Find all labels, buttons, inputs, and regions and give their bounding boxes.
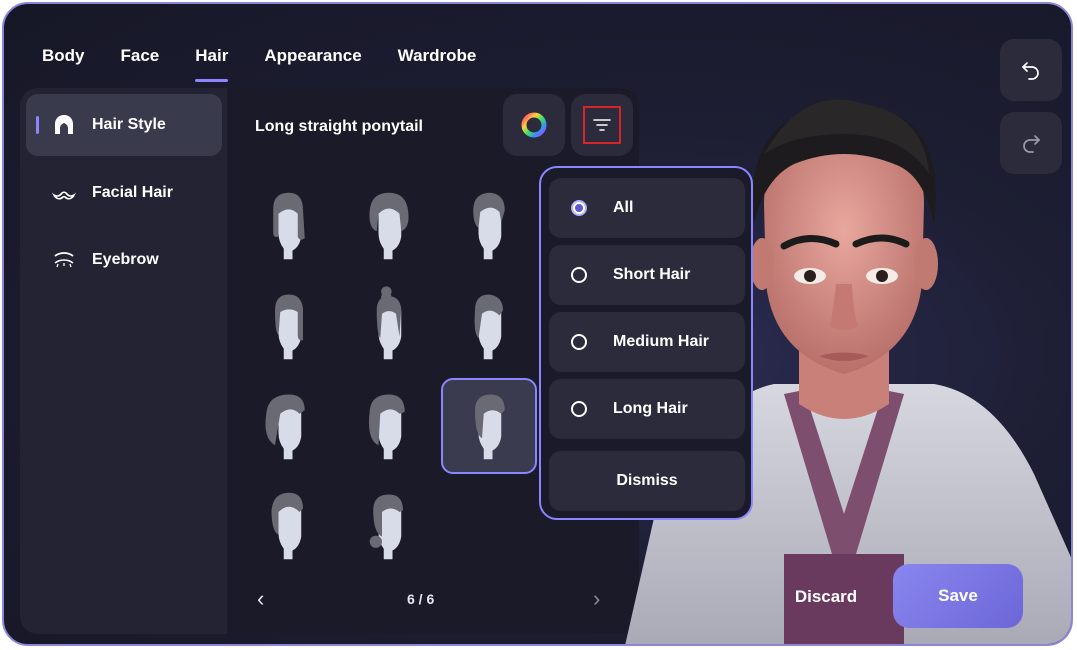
hair-style-icon (50, 111, 78, 139)
tab-wardrobe[interactable]: Wardrobe (380, 34, 495, 84)
filter-option-all[interactable]: All (549, 178, 745, 238)
chevron-right-icon[interactable]: › (593, 586, 600, 612)
hair-color-button[interactable] (503, 94, 565, 156)
tab-body[interactable]: Body (24, 34, 103, 84)
tab-hair[interactable]: Hair (177, 34, 246, 84)
option-label: Long Hair (613, 400, 688, 417)
color-wheel-icon (521, 112, 547, 138)
option-label: Medium Hair (613, 333, 710, 350)
dismiss-label: Dismiss (616, 472, 678, 489)
hair-style-thumbnail (369, 192, 409, 260)
hair-style-thumbnail (376, 286, 402, 360)
redo-button[interactable] (1000, 112, 1062, 174)
hair-style-thumbnail (275, 294, 303, 360)
radio-unselected (571, 334, 587, 350)
hair-style-option[interactable] (441, 278, 537, 374)
chevron-left-icon[interactable]: ‹ (257, 586, 264, 612)
hair-style-option[interactable] (241, 278, 337, 374)
active-indicator (36, 116, 39, 134)
hair-style-option[interactable] (241, 478, 337, 574)
hair-style-thumbnail (474, 294, 503, 360)
filter-option-long-hair[interactable]: Long Hair (549, 379, 745, 439)
pagination: ‹ 6 / 6 › (227, 578, 639, 618)
hair-style-option[interactable] (341, 278, 437, 374)
page-indicator: 6 / 6 (407, 591, 435, 607)
sidebar-item-eyebrow[interactable]: Eyebrow (26, 229, 222, 291)
hair-style-thumbnail (368, 394, 405, 460)
filter-option-short-hair[interactable]: Short Hair (549, 245, 745, 305)
hair-style-option[interactable] (241, 378, 337, 474)
option-label: All (613, 199, 634, 216)
sidebar-item-facial-hair[interactable]: Facial Hair (26, 162, 222, 224)
hair-style-thumbnail (273, 192, 305, 260)
hair-sidebar: Hair Style Facial Hair Eyebrow (20, 88, 227, 634)
hair-style-thumbnail (265, 394, 305, 460)
hair-style-option[interactable] (341, 378, 437, 474)
filter-option-medium-hair[interactable]: Medium Hair (549, 312, 745, 372)
category-tabs: Body Face Hair Appearance Wardrobe (24, 34, 494, 84)
hair-style-option[interactable] (441, 378, 537, 474)
hair-style-thumbnail (473, 192, 505, 260)
hair-style-option[interactable] (341, 178, 437, 274)
undo-icon (1022, 62, 1039, 80)
selected-style-name: Long straight ponytail (255, 118, 423, 135)
sidebar-item-hair-style[interactable]: Hair Style (26, 94, 222, 156)
hair-style-option[interactable] (341, 478, 437, 574)
radio-selected (571, 200, 587, 216)
tab-appearance[interactable]: Appearance (246, 34, 379, 84)
sidebar-item-label: Facial Hair (92, 184, 173, 201)
undo-button[interactable] (1000, 39, 1062, 101)
avatar-editor-window: Body Face Hair Appearance Wardrobe Hair … (2, 2, 1073, 646)
discard-button[interactable]: Discard (774, 566, 878, 628)
hair-style-thumbnail (475, 394, 505, 460)
radio-unselected (571, 401, 587, 417)
redo-icon (1023, 135, 1040, 153)
hair-length-filter-menu: All Short Hair Medium Hair Long Hair Dis… (539, 166, 753, 520)
mustache-icon (50, 179, 78, 207)
dismiss-button[interactable]: Dismiss (549, 451, 745, 511)
hair-style-thumbnail (271, 492, 303, 560)
sidebar-item-label: Eyebrow (92, 251, 159, 268)
option-label: Short Hair (613, 266, 691, 283)
tab-face[interactable]: Face (103, 34, 178, 84)
eyebrow-icon (50, 246, 78, 274)
radio-unselected (571, 267, 587, 283)
hair-style-option[interactable] (241, 178, 337, 274)
hair-style-option[interactable] (441, 178, 537, 274)
sidebar-item-label: Hair Style (92, 116, 166, 133)
hair-style-thumbnail (369, 494, 403, 560)
save-button[interactable]: Save (893, 564, 1023, 628)
